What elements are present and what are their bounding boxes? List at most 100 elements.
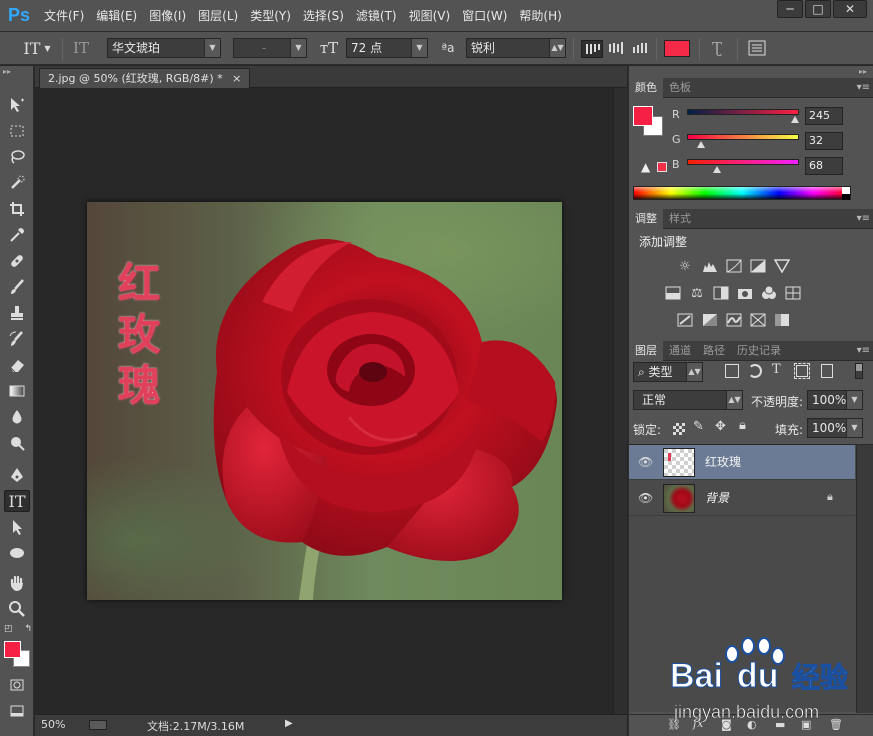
menu-image[interactable]: 图像(I) (143, 0, 192, 32)
levels-icon[interactable] (702, 258, 718, 274)
channel-g-slider[interactable] (687, 134, 799, 140)
slider-thumb[interactable] (790, 116, 799, 123)
slider-thumb[interactable] (712, 166, 721, 173)
layer-name[interactable]: 背景 (705, 481, 729, 516)
filter-adjustment-icon[interactable] (748, 364, 762, 378)
photo-filter-icon[interactable] (737, 285, 753, 301)
font-size-select[interactable]: 72 点 ▼ (346, 38, 428, 58)
vertical-scrollbar[interactable] (613, 88, 627, 714)
text-orientation-icon[interactable]: IT (70, 38, 92, 58)
swap-colors-icon[interactable]: ◰ ↰ (4, 624, 32, 636)
menu-file[interactable]: 文件(F) (38, 0, 90, 32)
menu-filter[interactable]: 滤镜(T) (350, 0, 403, 32)
gamut-swatch[interactable] (657, 162, 667, 172)
menu-select[interactable]: 选择(S) (297, 0, 350, 32)
close-button[interactable]: ✕ (833, 0, 867, 18)
antialias-select[interactable]: 锐利 ▲▼ (466, 38, 566, 58)
maximize-button[interactable]: □ (805, 0, 831, 18)
vibrance-icon[interactable] (774, 258, 790, 274)
ellipse-tool-icon[interactable] (4, 542, 30, 564)
tab-styles[interactable]: 样式 (663, 209, 697, 229)
pen-tool-icon[interactable] (4, 464, 30, 486)
text-tool-preset-icon[interactable]: IT ▼ (18, 38, 56, 58)
out-of-gamut-warning-icon[interactable]: ▲ (641, 160, 650, 174)
posterize-icon[interactable] (702, 312, 718, 328)
channel-g-input[interactable]: 32 (805, 132, 843, 150)
layer-style-icon[interactable]: fx (693, 717, 703, 730)
tab-history[interactable]: 历史记录 (731, 341, 787, 361)
foreground-color-swatch[interactable] (4, 641, 21, 658)
add-mask-icon[interactable]: ◙ (721, 718, 732, 731)
brush-tool-icon[interactable] (4, 276, 30, 298)
hue-saturation-icon[interactable] (665, 285, 681, 301)
zoom-level[interactable]: 50% (41, 718, 65, 731)
panel-collapse-icon[interactable]: ▸▸ (859, 66, 867, 78)
tab-swatches[interactable]: 色板 (663, 78, 697, 98)
menu-view[interactable]: 视图(V) (403, 0, 457, 32)
quick-select-tool-icon[interactable] (4, 172, 30, 194)
tab-color[interactable]: 颜色 (629, 78, 663, 98)
new-adjustment-icon[interactable]: ◐ (747, 718, 757, 731)
dodge-tool-icon[interactable] (4, 432, 30, 454)
marquee-tool-icon[interactable] (4, 120, 30, 142)
menu-window[interactable]: 窗口(W) (456, 0, 513, 32)
blend-mode-select[interactable]: 正常 ▲▼ (633, 390, 743, 410)
new-layer-icon[interactable]: ▣ (801, 718, 811, 731)
lasso-tool-icon[interactable] (4, 146, 30, 168)
font-family-select[interactable]: 华文琥珀 ▼ (107, 38, 221, 58)
font-style-select[interactable]: - ▼ (233, 38, 307, 58)
clone-stamp-tool-icon[interactable] (4, 302, 30, 324)
quick-mask-icon[interactable] (4, 674, 30, 696)
filter-type-icon[interactable]: T (772, 362, 781, 377)
move-tool-icon[interactable] (4, 94, 30, 116)
layers-scrollbar[interactable] (856, 445, 873, 713)
menu-help[interactable]: 帮助(H) (513, 0, 567, 32)
lock-transparent-icon[interactable] (673, 423, 685, 435)
channel-mixer-icon[interactable] (761, 285, 777, 301)
layer-filter-select[interactable]: ⌕ 类型 ▲▼ (633, 362, 703, 382)
fill-input[interactable]: 100% ▼ (807, 418, 863, 438)
canvas-area[interactable]: 红 玫 瑰 (35, 88, 613, 714)
color-panel-foreground-swatch[interactable] (633, 106, 653, 126)
threshold-icon[interactable] (726, 312, 742, 328)
menu-type[interactable]: 类型(Y) (244, 0, 297, 32)
type-tool-icon[interactable]: IT (4, 490, 30, 512)
character-panel-button[interactable] (748, 40, 768, 58)
document-tab[interactable]: 2.jpg @ 50% (红玫瑰, RGB/8#) * × (39, 68, 251, 88)
layer-row-text[interactable]: 👁︎ 红玫瑰 (629, 445, 855, 480)
opacity-input[interactable]: 100% ▼ (807, 390, 863, 410)
channel-r-slider[interactable] (687, 109, 799, 115)
color-lookup-icon[interactable] (785, 285, 801, 301)
panel-grip-icon[interactable]: ▸▸ (0, 66, 33, 78)
history-brush-tool-icon[interactable] (4, 328, 30, 350)
gradient-map-icon[interactable] (750, 312, 766, 328)
filter-smart-object-icon[interactable] (821, 364, 833, 378)
align-left-button[interactable] (581, 40, 603, 58)
curves-icon[interactable] (726, 258, 742, 274)
lock-position-icon[interactable]: ✥ (715, 419, 726, 434)
brightness-contrast-icon[interactable]: ☼ (677, 258, 693, 274)
eraser-tool-icon[interactable] (4, 354, 30, 376)
color-balance-icon[interactable]: ⚖ (689, 285, 705, 301)
menu-edit[interactable]: 编辑(E) (90, 0, 143, 32)
warp-text-icon[interactable]: Ʈ (706, 38, 728, 58)
lock-pixels-icon[interactable]: ✎ (693, 419, 704, 434)
minimize-button[interactable]: ─ (777, 0, 803, 18)
exposure-icon[interactable] (750, 258, 766, 274)
lock-all-icon[interactable]: 🔒︎ (739, 418, 746, 433)
color-spectrum-ramp[interactable] (633, 186, 851, 200)
channel-b-slider[interactable] (687, 159, 799, 165)
panel-menu-icon[interactable]: ▾≡ (857, 209, 870, 229)
panel-menu-icon[interactable]: ▾≡ (857, 341, 870, 361)
blur-tool-icon[interactable] (4, 406, 30, 428)
invert-icon[interactable] (677, 312, 693, 328)
rose-text-layer[interactable]: 红 玫 瑰 (113, 258, 165, 411)
path-selection-tool-icon[interactable] (4, 516, 30, 538)
channel-r-input[interactable]: 245 (805, 107, 843, 125)
hand-tool-icon[interactable] (4, 572, 30, 594)
menu-layer[interactable]: 图层(L) (192, 0, 244, 32)
zoom-tool-icon[interactable] (4, 598, 30, 620)
visibility-eye-icon[interactable]: 👁︎ (638, 491, 653, 505)
tab-paths[interactable]: 路径 (697, 341, 731, 361)
filter-pixel-icon[interactable] (725, 364, 739, 378)
